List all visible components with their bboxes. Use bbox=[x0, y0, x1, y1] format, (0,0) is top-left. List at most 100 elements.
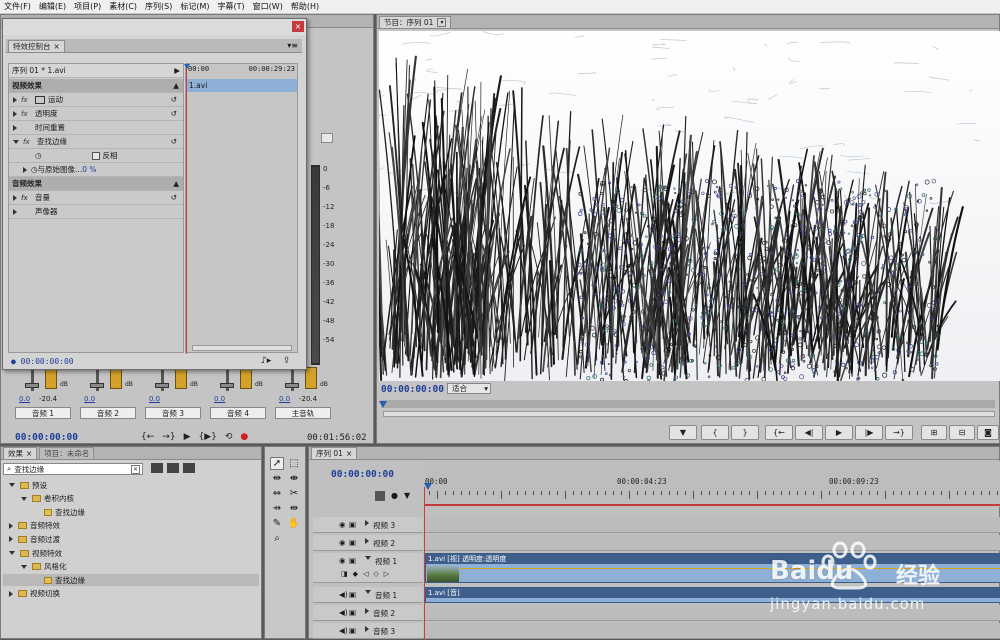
tab-project[interactable]: 项目：未命名 bbox=[39, 447, 95, 459]
set-out-icon[interactable]: } bbox=[731, 425, 759, 440]
tab-sequence[interactable]: 序列 01 × bbox=[311, 447, 358, 459]
arrow-right-icon[interactable]: ▶ bbox=[174, 66, 180, 75]
panel-menu-icon[interactable]: ▾≡ bbox=[287, 41, 298, 50]
window-titlebar[interactable] bbox=[3, 19, 306, 35]
expand-icon[interactable] bbox=[9, 536, 13, 543]
slip-tool-icon[interactable]: ⇸ bbox=[270, 502, 284, 515]
prev-keyframe-icon[interactable]: ◁ bbox=[363, 570, 368, 578]
expand-icon[interactable] bbox=[9, 522, 13, 529]
menu-item[interactable]: 帮助(H) bbox=[287, 1, 323, 12]
channel-volume-left[interactable]: 0.0 bbox=[149, 395, 160, 403]
program-time-ruler[interactable] bbox=[381, 400, 995, 408]
expand-icon[interactable] bbox=[9, 590, 13, 597]
next-keyframe-icon[interactable]: ▷ bbox=[384, 570, 389, 578]
speaker-icon[interactable]: ◀) bbox=[339, 590, 349, 599]
collapse-icon[interactable]: ▲ bbox=[173, 81, 179, 90]
zoom-tool-icon[interactable]: ⌕ bbox=[270, 532, 284, 545]
snap-icon[interactable] bbox=[375, 491, 385, 501]
menu-item[interactable]: 项目(P) bbox=[70, 1, 105, 12]
record-icon[interactable]: ● bbox=[240, 432, 248, 442]
lock-icon[interactable]: ▣ bbox=[349, 538, 361, 547]
rate-stretch-tool-icon[interactable]: ⇔ bbox=[270, 487, 284, 500]
export-frame-icon[interactable]: ◙ bbox=[977, 425, 999, 440]
effect-folder[interactable]: 卷积内核 bbox=[3, 493, 259, 506]
expand-open-icon[interactable] bbox=[21, 564, 27, 569]
reset-icon[interactable]: ↺ bbox=[171, 193, 177, 202]
marker-icon[interactable]: ● bbox=[391, 491, 398, 501]
blend-value[interactable]: 0 % bbox=[82, 165, 96, 174]
track-expand-icon[interactable] bbox=[365, 520, 369, 526]
export-icon[interactable]: ⇪ bbox=[283, 356, 291, 366]
expand-icon[interactable] bbox=[13, 124, 17, 131]
menu-item[interactable]: 序列(S) bbox=[141, 1, 176, 12]
channel-volume-left[interactable]: 0.0 bbox=[19, 395, 30, 403]
add-marker-icon[interactable]: ▼ bbox=[669, 425, 697, 440]
menu-item[interactable]: 字幕(T) bbox=[214, 1, 249, 12]
work-area-bar[interactable] bbox=[425, 504, 1000, 506]
fit-dropdown[interactable]: 适合 ▾ bbox=[447, 383, 491, 394]
goto-out-icon[interactable]: →} bbox=[885, 425, 913, 440]
fx-icon[interactable]: fx bbox=[23, 138, 37, 146]
effect-folder[interactable]: 音频过渡 bbox=[3, 533, 259, 547]
reset-icon[interactable]: ↺ bbox=[171, 95, 177, 104]
track-header[interactable]: ◉ ▣ 视频 2 bbox=[313, 535, 423, 551]
play-icon[interactable]: ▶ bbox=[825, 425, 853, 440]
menu-item[interactable]: 素材(C) bbox=[105, 1, 141, 12]
expand-icon[interactable] bbox=[23, 166, 27, 173]
timeline-current-time[interactable]: 00:00:00:00 bbox=[331, 469, 394, 480]
accelerated-icon[interactable] bbox=[151, 463, 163, 473]
fx-icon[interactable]: fx bbox=[21, 110, 35, 118]
mixer-current-time[interactable]: 00:00:00:00 bbox=[15, 432, 78, 443]
volume-fader[interactable] bbox=[220, 383, 234, 388]
menu-item[interactable]: 窗口(W) bbox=[249, 1, 287, 12]
pen-tool-icon[interactable]: ✎ bbox=[270, 517, 284, 530]
lock-icon[interactable]: ▣ bbox=[349, 520, 361, 529]
step-forward-icon[interactable]: |▶ bbox=[855, 425, 883, 440]
keyframe-toggle-icon[interactable]: ◆ bbox=[353, 570, 358, 578]
effect-item[interactable]: 查找边缘 bbox=[3, 574, 259, 588]
effect-opacity[interactable]: fx 透明度 ↺ bbox=[9, 107, 183, 121]
expand-open-icon[interactable] bbox=[9, 483, 15, 487]
motion-transform-icon[interactable] bbox=[35, 95, 45, 104]
audio-effect-panner[interactable]: 声像器 bbox=[9, 205, 183, 219]
channel-volume-left[interactable]: 0.0 bbox=[279, 395, 290, 403]
ec-audio-icon[interactable]: ♪▸ bbox=[261, 356, 271, 366]
effect-item[interactable]: 查找边缘 bbox=[3, 506, 259, 520]
track-lane[interactable] bbox=[425, 517, 1000, 533]
program-playhead-marker[interactable] bbox=[379, 401, 387, 408]
ec-playhead[interactable] bbox=[186, 64, 187, 354]
expand-open-icon[interactable] bbox=[9, 551, 15, 555]
fx-icon[interactable]: fx bbox=[21, 96, 35, 104]
lock-icon[interactable]: ▣ bbox=[349, 608, 361, 617]
track-expand-icon[interactable] bbox=[365, 590, 371, 594]
eye-icon[interactable]: ◉ bbox=[339, 520, 349, 529]
effect-folder[interactable]: 视频特效 bbox=[3, 547, 259, 560]
32bit-icon[interactable] bbox=[167, 463, 179, 473]
track-select-tool-icon[interactable]: ⬚ bbox=[287, 457, 301, 470]
invert-checkbox[interactable] bbox=[91, 151, 100, 160]
volume-fader[interactable] bbox=[155, 383, 169, 388]
expand-icon[interactable] bbox=[13, 110, 17, 117]
expand-icon[interactable] bbox=[13, 194, 17, 201]
loop-icon[interactable]: ⟲ bbox=[225, 432, 233, 442]
ec-current-time[interactable]: ● 00:00:00:00 bbox=[11, 357, 74, 366]
track-expand-icon[interactable] bbox=[365, 608, 369, 614]
effect-folder[interactable]: 预设 bbox=[3, 479, 259, 492]
effect-motion[interactable]: fx 运动 ↺ bbox=[9, 93, 183, 107]
speaker-icon[interactable]: ◀) bbox=[339, 608, 349, 617]
speaker-icon[interactable]: ◀) bbox=[339, 626, 349, 635]
volume-fader[interactable] bbox=[25, 383, 39, 388]
menu-item[interactable]: 文件(F) bbox=[0, 1, 35, 12]
tab-program[interactable]: 节目：序列 01 ▾ bbox=[379, 15, 452, 28]
stopwatch-icon[interactable]: ◷ bbox=[35, 151, 42, 160]
eye-icon[interactable]: ◉ bbox=[339, 556, 349, 565]
close-icon[interactable]: × bbox=[292, 21, 304, 32]
menu-item[interactable]: 标记(M) bbox=[176, 1, 213, 12]
ec-clip-bar[interactable]: 1.avi bbox=[186, 79, 297, 92]
channel-volume-left[interactable]: 0.0 bbox=[84, 395, 95, 403]
expand-icon[interactable] bbox=[13, 96, 17, 103]
play-in-out-icon[interactable]: {▶} bbox=[198, 432, 216, 442]
audio-effect-volume[interactable]: fx 音量 ↺ bbox=[9, 191, 183, 205]
track-header[interactable]: ◀) ▣ 音频 3 bbox=[313, 623, 423, 639]
goto-in-icon[interactable]: {← bbox=[765, 425, 793, 440]
